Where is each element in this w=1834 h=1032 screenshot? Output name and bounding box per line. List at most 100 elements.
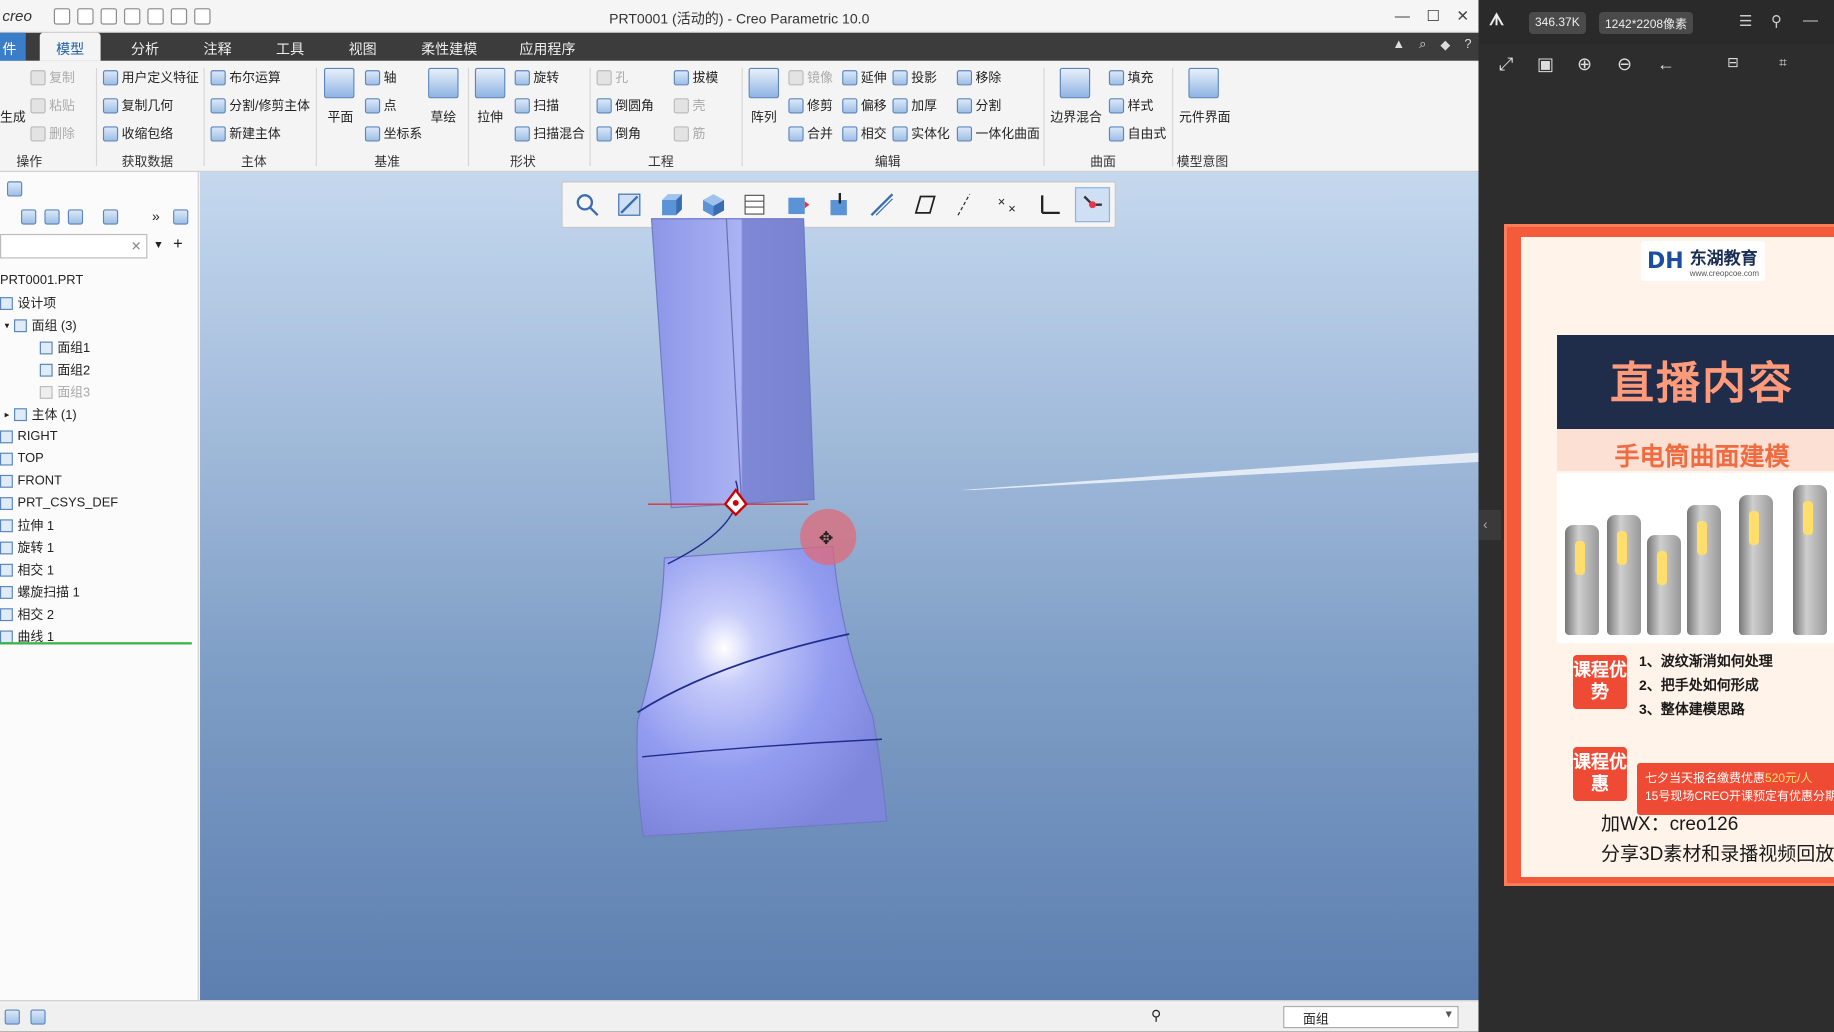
tree-item[interactable]: PRT0001.PRT [0,270,83,291]
fullscreen-icon[interactable]: ⤢ [1499,54,1513,75]
extend-button[interactable]: 延伸 [842,68,887,87]
settings-icon[interactable] [102,209,119,225]
remove-button[interactable]: 移除 [956,68,1001,87]
more-icon[interactable]: » [152,208,160,224]
minimize-icon[interactable]: — [1803,12,1818,29]
tab-applications[interactable]: 应用程序 [519,39,575,59]
tab-file[interactable]: 件 [0,32,26,61]
extrude-icon[interactable] [474,67,506,99]
expand-icon[interactable]: ▾ [5,320,10,331]
style-button[interactable]: 样式 [1108,96,1153,115]
boundary-blend-button[interactable]: 边界混合 [1050,108,1101,127]
plane-button[interactable]: 平面 [328,108,354,127]
tree-item[interactable]: 相交 2 [0,604,54,625]
tree-item[interactable]: 设计项 [0,292,56,313]
message-icon[interactable] [4,1009,20,1025]
tab-view[interactable]: 视图 [349,39,377,59]
minimize-button[interactable]: — [1395,7,1410,26]
group-surfaces[interactable]: 曲面 [1090,152,1116,171]
boolean-button[interactable]: 布尔运算 [210,68,281,87]
settings-icon[interactable]: ◆ [1440,37,1450,53]
tree-item[interactable]: 面组1 [39,337,90,358]
graphics-area[interactable]: × × ✥ [200,171,1479,1001]
thicken-button[interactable]: 加厚 [892,96,937,115]
trim-button[interactable]: 修剪 [788,96,833,115]
menu-icon[interactable]: ☰ [1739,12,1752,30]
tree-item[interactable]: 螺旋扫描 1 [0,581,80,602]
group-operations[interactable]: 操作 [16,152,42,171]
back-icon[interactable]: ← [1657,54,1675,75]
group-get-data[interactable]: 获取数据 [122,152,173,171]
group-editing[interactable]: 编辑 [875,152,901,171]
solidify-button[interactable]: 实体化 [892,124,950,143]
mirror-button[interactable]: 镜像 [788,68,833,87]
tree-item[interactable]: 面组3 [39,381,90,402]
group-shapes[interactable]: 形状 [510,152,536,171]
tree-item[interactable]: 旋转 1 [0,537,54,558]
fit-icon[interactable]: ▣ [1537,54,1554,75]
group-datum[interactable]: 基准 [374,152,400,171]
freestyle-button[interactable]: 自由式 [1108,124,1166,143]
tree-item[interactable]: 拉伸 1 [0,515,54,536]
tree-item[interactable]: FRONT [0,470,62,491]
zoom-out-icon[interactable]: ⊖ [1617,54,1632,75]
save-image-icon[interactable]: ⊟ [1727,54,1739,71]
paste-button[interactable]: 粘贴 [30,96,75,115]
shell-button[interactable]: 壳 [673,96,705,115]
tree-item[interactable]: RIGHT [0,426,58,447]
merge-button[interactable]: 合并 [788,124,833,143]
intersect-button[interactable]: 相交 [842,124,887,143]
copy-button[interactable]: 复制 [30,68,75,87]
model-geometry[interactable]: ✥ [200,172,1479,1000]
help-icon[interactable]: ? [1464,37,1471,52]
swept-blend-button[interactable]: 扫描混合 [514,124,585,143]
component-interface-icon[interactable] [1188,67,1219,99]
delete-button[interactable]: 删除 [30,124,75,143]
csys-button[interactable]: 坐标系 [364,124,422,143]
tree-filter-icon[interactable] [44,209,60,225]
crop-icon[interactable]: ⌗ [1779,54,1787,71]
draft-button[interactable]: 拔模 [673,68,718,87]
sketch-icon[interactable] [428,67,459,99]
tab-annotate[interactable]: 注释 [204,39,232,59]
details-icon[interactable] [173,209,189,225]
shrinkwrap-button[interactable]: 收缩包络 [102,124,173,143]
show-icon[interactable] [21,209,37,225]
point-button[interactable]: 点 [364,96,397,115]
revolve-button[interactable]: 旋转 [514,68,559,87]
tree-item[interactable]: 面组2 [39,359,90,380]
round-button[interactable]: 倒圆角 [596,96,654,115]
split-body-button[interactable]: 分割/修剪主体 [210,96,310,115]
tree-item[interactable]: PRT_CSYS_DEF [0,492,118,513]
clear-search-icon[interactable]: ✕ [131,239,142,254]
udf-button[interactable]: 用户定义特征 [102,68,199,87]
tab-flexible-modeling[interactable]: 柔性建模 [421,39,477,59]
offset-button[interactable]: 偏移 [842,96,887,115]
tab-model[interactable]: 模型 [39,32,101,61]
component-interface-button[interactable]: 元件界面 [1179,108,1230,127]
collapse-ribbon-icon[interactable]: ▲ [1392,37,1405,52]
plane-icon[interactable] [324,67,355,99]
group-model-intent[interactable]: 模型意图 [1177,152,1228,171]
zoom-in-icon[interactable]: ⊕ [1577,54,1592,75]
find-icon[interactable]: ⚲ [1151,1007,1161,1023]
tree-search-input[interactable]: ✕ [0,233,148,259]
maximize-button[interactable]: ☐ [1426,7,1440,26]
copy-geometry-button[interactable]: 复制几何 [102,96,173,115]
group-engineering[interactable]: 工程 [648,152,674,171]
model-tree-tab-icon[interactable] [7,181,23,197]
extrude-button[interactable]: 拉伸 [477,108,503,127]
window-icon[interactable] [30,1009,46,1025]
fill-button[interactable]: 填充 [1108,68,1153,87]
pin-icon[interactable]: ⚲ [1771,12,1782,30]
hole-button[interactable]: 孔 [596,68,628,87]
tree-item[interactable]: 相交 1 [0,559,54,580]
chamfer-button[interactable]: 倒角 [596,124,641,143]
tree-item[interactable]: TOP [0,448,44,469]
tab-analysis[interactable]: 分析 [131,39,159,59]
search-icon[interactable]: ⌕ [1419,37,1426,52]
rib-button[interactable]: 筋 [673,124,705,143]
project-button[interactable]: 投影 [892,68,937,87]
split-button[interactable]: 分割 [956,96,1001,115]
unify-surface-button[interactable]: 一体化曲面 [956,124,1040,143]
